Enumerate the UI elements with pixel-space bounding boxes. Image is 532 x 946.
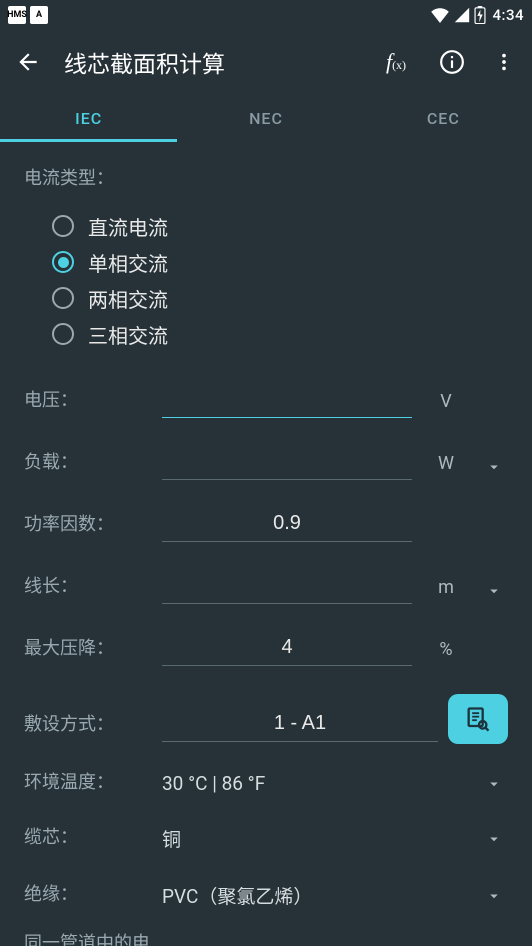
load-input[interactable] [162, 446, 412, 480]
radio-two-phase[interactable]: 两相交流 [52, 280, 508, 316]
arrow-back-icon [15, 49, 41, 75]
chevron-down-icon [485, 458, 503, 476]
load-label: 负载： [24, 452, 152, 481]
radio-three-phase[interactable]: 三相交流 [52, 316, 508, 352]
chevron-down-icon [485, 830, 503, 848]
max-drop-input[interactable] [162, 632, 412, 666]
clock: 4:34 [492, 6, 524, 24]
voltage-unit: V [422, 391, 470, 418]
chevron-down-icon [485, 887, 503, 905]
row-insulation[interactable]: 绝缘： PVC（聚氯乙烯） [24, 882, 508, 909]
current-type-label: 电流类型： [24, 164, 508, 190]
radio-icon [52, 251, 74, 273]
insulation-value: PVC（聚氯乙烯） [162, 882, 470, 909]
load-unit-dropdown[interactable] [480, 458, 508, 480]
formula-button[interactable]: f(x) [372, 38, 420, 86]
fx-icon: f(x) [386, 49, 406, 75]
signal-icon [454, 7, 470, 23]
chevron-down-icon [485, 582, 503, 600]
length-input[interactable] [162, 570, 412, 604]
row-voltage: 电压： V [24, 384, 508, 418]
wifi-icon [430, 7, 450, 23]
current-type-group: 直流电流 单相交流 两相交流 三相交流 [52, 208, 508, 352]
radio-label: 两相交流 [88, 284, 168, 313]
page-title: 线芯截面积计算 [64, 45, 364, 79]
conductor-label: 缆芯： [24, 827, 152, 850]
max-drop-label: 最大压降： [24, 638, 152, 667]
chevron-down-icon [485, 775, 503, 793]
tab-nec[interactable]: NEC [177, 94, 354, 142]
info-button[interactable] [428, 38, 476, 86]
tabs: IEC NEC CEC [0, 94, 532, 142]
hms-badge: HMS [8, 6, 26, 24]
voltage-input[interactable] [162, 384, 412, 418]
tab-cec[interactable]: CEC [355, 94, 532, 142]
row-load: 负载： W [24, 446, 508, 480]
status-bar: HMS A 4:34 [0, 0, 532, 30]
ambient-label: 环境温度： [24, 772, 152, 795]
tab-iec[interactable]: IEC [0, 94, 177, 142]
tab-label: CEC [427, 109, 460, 128]
row-power-factor: 功率因数： [24, 508, 508, 542]
installation-input[interactable] [162, 708, 438, 742]
status-right: 4:34 [430, 6, 524, 24]
row-ambient[interactable]: 环境温度： 30 °C | 86 °F [24, 772, 508, 795]
power-factor-input[interactable] [162, 508, 412, 542]
back-button[interactable] [4, 38, 52, 86]
more-vert-icon [493, 51, 515, 73]
conductor-dropdown [480, 830, 508, 848]
row-installation: 敷设方式： [24, 694, 508, 742]
battery-charging-icon [474, 6, 486, 24]
app-bar: 线芯截面积计算 f(x) [0, 30, 532, 94]
voltage-label: 电压： [24, 390, 152, 419]
installation-label: 敷设方式： [24, 714, 152, 743]
radio-icon [52, 287, 74, 309]
radio-label: 单相交流 [88, 248, 168, 277]
more-button[interactable] [484, 38, 524, 86]
radio-icon [52, 215, 74, 237]
content: 电流类型： 直流电流 单相交流 两相交流 三相交流 电压： V 负载： W [0, 142, 532, 946]
length-unit-dropdown[interactable] [480, 582, 508, 604]
power-factor-label: 功率因数： [24, 514, 152, 543]
max-drop-unit: % [422, 639, 470, 666]
radio-label: 三相交流 [88, 320, 168, 349]
radio-icon [52, 323, 74, 345]
insulation-dropdown [480, 887, 508, 905]
status-left: HMS A [8, 6, 48, 24]
doc-search-icon [464, 705, 492, 733]
radio-label: 直流电流 [88, 212, 168, 241]
tab-label: NEC [249, 109, 283, 128]
radio-dc[interactable]: 直流电流 [52, 208, 508, 244]
length-label: 线长： [24, 576, 152, 605]
info-icon [439, 49, 465, 75]
conductor-value: 铜 [162, 825, 470, 852]
ambient-value: 30 °C | 86 °F [162, 772, 470, 795]
a-badge: A [30, 6, 48, 24]
row-length: 线长： m [24, 570, 508, 604]
row-circuits[interactable]: 同一管道中的电路： 1 [24, 933, 508, 946]
installation-search-button[interactable] [448, 694, 508, 744]
load-unit: W [422, 453, 470, 480]
row-conductor[interactable]: 缆芯： 铜 [24, 825, 508, 852]
spacer [422, 536, 470, 542]
circuits-label: 同一管道中的电路： [24, 933, 152, 946]
tab-label: IEC [75, 109, 102, 128]
row-max-drop: 最大压降： % [24, 632, 508, 666]
ambient-dropdown [480, 775, 508, 793]
length-unit: m [422, 577, 470, 604]
radio-single-phase[interactable]: 单相交流 [52, 244, 508, 280]
insulation-label: 绝缘： [24, 884, 152, 907]
